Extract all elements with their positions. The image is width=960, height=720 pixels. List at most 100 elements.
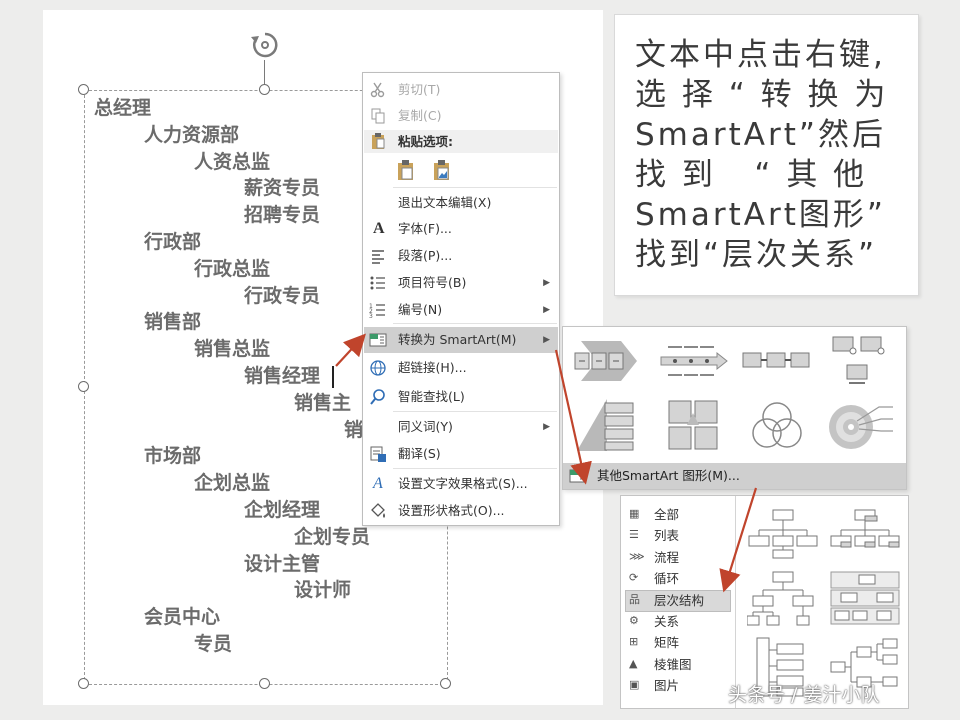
menu-item-label: 段落(P)... — [398, 248, 453, 263]
menu-item-shape-format[interactable]: 设置形状格式(O)... — [364, 498, 558, 524]
category-label: 循环 — [654, 571, 680, 587]
outline-item: 薪资专员 — [244, 177, 321, 200]
resize-handle-left[interactable] — [78, 381, 89, 392]
category-label: 全部 — [654, 507, 680, 522]
layout-tile-picture-list[interactable] — [821, 331, 901, 391]
category-list: ▦ 全部 ☰ 列表 ⋙ 流程 ⟳ 循环品层次结构 ⚙ 关系 ⊞ 矩阵 ▲ 棱锥图 ▣ 图片 — [621, 496, 736, 708]
menu-item-synonyms[interactable]: 同义词(Y) ▶ — [364, 414, 558, 440]
category-label: 流程 — [654, 549, 680, 565]
category-label: 层次结构 — [654, 592, 705, 608]
menu-item-numbering[interactable]: 123 编号(N) ▶ — [364, 297, 558, 323]
menu-item-label: 超链接(H)... — [398, 360, 467, 375]
outline-item: 专员 — [194, 633, 233, 655]
menu-separator — [393, 323, 557, 324]
paint-bucket-icon — [371, 503, 385, 518]
category-icon: ▲ — [629, 656, 638, 670]
category-item[interactable]: ▦ 全部 — [626, 505, 730, 525]
category-icon: ▦ — [629, 507, 640, 520]
menu-item-smart-lookup[interactable]: 智能查找(L) — [364, 384, 558, 410]
numbering-icon: 123 — [369, 303, 385, 319]
menu-item-label: 剪切(T) — [398, 82, 441, 97]
category-item[interactable]: ☰ 列表 — [626, 526, 730, 546]
menu-item-cut[interactable]: 剪切(T) — [364, 77, 558, 103]
copy-icon — [371, 108, 385, 124]
submenu-arrow-icon: ▶ — [543, 422, 550, 432]
outline-item: 人力资源部 — [144, 123, 240, 146]
menu-item-font[interactable]: A 字体(F)... — [364, 216, 558, 242]
category-item[interactable]: ▲ 棱锥图 — [626, 655, 730, 675]
menu-item-copy[interactable]: 复制(C) — [364, 103, 558, 129]
layout-name-title-org-chart[interactable] — [829, 506, 901, 562]
category-item[interactable]: ⋙ 流程 — [626, 548, 730, 568]
outline-item: 行政专员 — [244, 284, 321, 307]
scissors-icon — [370, 82, 385, 98]
outline-item: 总经理 — [94, 97, 152, 119]
menu-item-translate[interactable]: 翻译(S) — [364, 441, 558, 467]
paragraph-icon — [372, 250, 384, 264]
category-item[interactable]: 品层次结构 — [625, 589, 731, 612]
menu-separator — [393, 411, 557, 412]
category-item[interactable]: ▣ 图片 — [626, 676, 730, 696]
category-label: 矩阵 — [654, 635, 680, 651]
paste-options-label: 粘贴选项: — [398, 134, 453, 149]
smartart-icon — [569, 469, 587, 483]
outline-item: 企划专员 — [294, 525, 371, 548]
resize-handle-top[interactable] — [259, 84, 270, 95]
menu-item-label: 字体(F)... — [398, 221, 452, 236]
category-label: 图片 — [654, 678, 680, 694]
layout-tile-matrix[interactable] — [653, 395, 733, 455]
layout-labeled-hierarchy[interactable] — [829, 570, 901, 628]
menu-item-bullets[interactable]: 项目符号(B) ▶ — [364, 270, 558, 296]
layout-tile-target[interactable] — [821, 395, 901, 455]
translate-icon — [370, 446, 386, 462]
outline-item: 会员中心 — [144, 606, 221, 629]
category-icon: ⚙ — [629, 614, 639, 627]
hierarchy-layout-gallery — [741, 496, 907, 708]
watermark: 头条号 / 姜汁小队 — [728, 684, 880, 706]
layout-tile-timeline[interactable] — [653, 331, 733, 391]
outline-item: 企划经理 — [244, 499, 321, 521]
smartart-submenu: 其他SmartArt 图形(M)... — [562, 326, 907, 490]
hyperlink-globe-icon — [370, 360, 386, 376]
submenu-arrow-icon: ▶ — [543, 335, 550, 345]
outline-item: 市场部 — [144, 445, 202, 468]
category-icon: ▣ — [629, 678, 640, 692]
outline-item: 人资总监 — [194, 150, 271, 173]
category-icon: ⋙ — [629, 549, 645, 563]
menu-item-convert-smartart[interactable]: 转换为 SmartArt(M) ▶ — [364, 327, 558, 353]
menu-item-label: 设置形状格式(O)... — [398, 503, 505, 518]
menu-item-paragraph[interactable]: 段落(P)... — [364, 243, 558, 269]
svg-text:3: 3 — [369, 313, 373, 319]
paste-keep-format-icon[interactable] — [396, 159, 416, 181]
layout-org-chart[interactable] — [747, 506, 819, 562]
resize-handle-bottom-left[interactable] — [78, 678, 89, 689]
outline-item: 销售经理 — [244, 365, 321, 387]
layout-tile-venn[interactable] — [737, 395, 817, 455]
outline-item: 销售总监 — [194, 338, 271, 361]
menu-item-label: 编号(N) — [398, 302, 443, 317]
resize-handle-bottom-right[interactable] — [440, 678, 451, 689]
menu-item-label: 翻译(S) — [398, 446, 441, 461]
category-icon: ☰ — [629, 528, 639, 542]
menu-item-label: 同义词(Y) — [398, 419, 453, 434]
menu-item-exit-edit[interactable]: 退出文本编辑(X) — [364, 190, 558, 216]
layout-tile-pyramid-list[interactable] — [569, 395, 649, 455]
layout-hierarchy[interactable] — [747, 570, 819, 628]
smartart-dialog: ▦ 全部 ☰ 列表 ⋙ 流程 ⟳ 循环品层次结构 ⚙ 关系 ⊞ 矩阵 ▲ 棱锥图 ▣ 图片 — [620, 495, 909, 709]
more-smartart-graphics-item[interactable]: 其他SmartArt 图形(M)... — [563, 463, 906, 489]
layout-tile-process-arrows[interactable] — [569, 331, 649, 391]
layout-tile-basic-chevron[interactable] — [737, 331, 817, 391]
text-cursor — [332, 366, 334, 388]
paste-picture-icon[interactable] — [432, 159, 452, 181]
rotate-handle-icon[interactable] — [248, 28, 282, 62]
outline-item: 行政部 — [144, 231, 202, 253]
category-item[interactable]: ⊞ 矩阵 — [626, 633, 730, 653]
menu-item-hyperlink[interactable]: 超链接(H)... — [364, 355, 558, 381]
outline-item: 销售部 — [144, 311, 202, 334]
resize-handle-bottom[interactable] — [259, 678, 270, 689]
category-item[interactable]: ⟳ 循环 — [626, 569, 730, 589]
submenu-arrow-icon: ▶ — [543, 305, 550, 315]
menu-item-text-effects[interactable]: A 设置文字效果格式(S)... — [364, 471, 558, 497]
resize-handle-top-left[interactable] — [78, 84, 89, 95]
category-item[interactable]: ⚙ 关系 — [626, 612, 730, 632]
